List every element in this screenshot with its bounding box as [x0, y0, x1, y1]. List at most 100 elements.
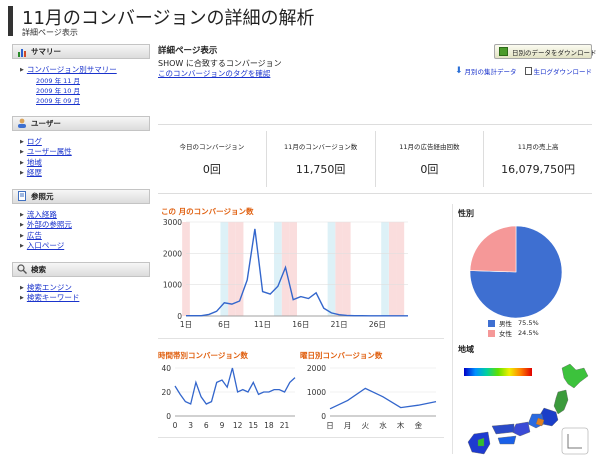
- sidebar-section: サマリー ▶ コンバージョン別サマリー 2009 年 11 月 2009 年 10 月2…: [12, 44, 150, 108]
- sidebar-link[interactable]: 2009 年 10 月: [36, 87, 80, 95]
- sidebar-link[interactable]: 経歴: [27, 168, 42, 177]
- x-tick-label: 21: [280, 421, 290, 430]
- x-tick-label: 金: [415, 420, 423, 430]
- sidebar-section: ユーザー ▶ ログ ▶ ユーザー属性 ▶ 地域 ▶ 経歴: [12, 115, 150, 181]
- metric-value: 0回: [202, 163, 221, 176]
- sidebar-link[interactable]: ログ: [27, 137, 42, 146]
- sidebar-item: ▶ 外部の参照元: [20, 220, 150, 231]
- sidebar-link[interactable]: 地域: [27, 158, 42, 167]
- male-swatch: [488, 319, 495, 327]
- column-divider: [452, 204, 453, 454]
- sidebar-link[interactable]: 流入経路: [27, 210, 57, 219]
- x-tick-label: 日: [326, 421, 334, 430]
- region-chugoku: [491, 423, 515, 435]
- x-tick-label: 18: [264, 421, 274, 430]
- sidebar-section-header: ユーザー: [12, 115, 150, 131]
- y-tick-label: 40: [161, 364, 171, 373]
- sidebar-section-header: サマリー: [12, 44, 150, 59]
- bullet-arrow-icon: ▶: [20, 211, 24, 218]
- male-percent: 75.5%: [518, 319, 539, 327]
- hourly-conversion-chart: 0 20 40 0 3 6 9 12 15 18 21: [161, 364, 296, 430]
- x-tick-label: 21日: [331, 320, 348, 329]
- document-icon: [17, 191, 27, 201]
- region-shikoku: [497, 435, 517, 445]
- pie-slice: [469, 225, 517, 273]
- sidebar-section: 検索 ▶ 検索エンジン ▶ 検索キーワード: [12, 261, 150, 306]
- sidebar-section: 参照元 ▶ 流入経路 ▶ 外部の参照元 ▶ 広告 ▶ 入口ページ: [12, 188, 150, 254]
- metric-label: 11月の広告経由回数: [399, 143, 460, 151]
- weekend-band: [228, 222, 236, 316]
- sidebar-link[interactable]: 外部の参照元: [27, 220, 72, 229]
- region-kinki: [511, 421, 531, 437]
- sidebar-section-title: 検索: [31, 264, 46, 274]
- raw-log-link[interactable]: 生ログダウンロード: [524, 66, 593, 76]
- page-subtitle: 詳細ページ表示: [22, 28, 78, 37]
- sidebar-link[interactable]: 広告: [27, 231, 42, 240]
- section-divider: [158, 437, 444, 438]
- summary-metric: 11月のコンバージョン数 11,750回: [267, 131, 376, 187]
- bullet-arrow-icon: ▶: [20, 295, 24, 301]
- sidebar-item: ▶ 広告: [20, 231, 150, 242]
- map-zoom-widget[interactable]: [561, 427, 589, 455]
- sidebar-item: ▶ 検索キーワード: [20, 293, 150, 304]
- weekend-band: [289, 222, 297, 316]
- sidebar-link[interactable]: 2009 年 09 月: [36, 97, 80, 105]
- summary-metric: 11月の広告経由回数 0回: [376, 131, 485, 187]
- weekend-band: [220, 222, 229, 316]
- bullet-arrow-icon: ▶: [20, 170, 24, 176]
- x-tick-label: 3: [188, 421, 193, 430]
- sidebar-item: ▶ 検索エンジン: [20, 283, 150, 294]
- weekend-band: [381, 222, 389, 316]
- bullet-arrow-icon: ▶: [20, 243, 24, 249]
- weekend-band: [335, 222, 343, 316]
- y-tick-label: 20: [161, 388, 171, 397]
- sidebar-link[interactable]: 検索エンジン: [27, 283, 72, 292]
- y-tick-label: 1000: [307, 388, 326, 397]
- main-heading-area: 詳細ページ表示 SHOW に合致するコンバージョン このコンバージョンのタグを確…: [158, 44, 597, 78]
- x-tick-label: 水: [379, 420, 387, 430]
- document-icon: [524, 67, 532, 75]
- monthly-data-label: 月別の集計データ: [464, 68, 517, 76]
- sidebar-item: ▶ ユーザー属性: [20, 147, 150, 158]
- sidebar-nav: サマリー ▶ コンバージョン別サマリー 2009 年 11 月 2009 年 10 月 2…: [12, 44, 150, 314]
- sidebar-link[interactable]: 2009 年 11 月: [36, 77, 80, 85]
- tag-check-link[interactable]: このコンバージョンのタグを確認: [158, 68, 270, 79]
- x-tick-label: 9: [220, 421, 225, 430]
- bar-chart-icon: [17, 47, 27, 57]
- gender-title: 性別: [458, 209, 474, 218]
- weekend-band: [388, 222, 397, 316]
- x-tick-label: 1日: [180, 320, 192, 329]
- sidebar-item: ▶ ログ: [20, 137, 150, 148]
- sidebar-section-title: ユーザー: [31, 118, 61, 128]
- legend-female: 女性 24.5%: [488, 328, 539, 338]
- weekend-band: [342, 222, 351, 316]
- bullet-arrow-icon: ▶: [20, 159, 24, 166]
- bullet-arrow-icon: ▶: [20, 232, 24, 239]
- summary-metric: 11月の売上高 16,079,750円: [484, 131, 592, 187]
- sidebar-section-title: 参照元: [31, 191, 54, 201]
- x-tick-label: 火: [362, 421, 370, 430]
- y-tick-label: 3000: [163, 218, 182, 227]
- sidebar-link[interactable]: コンバージョン別サマリー: [27, 65, 117, 74]
- download-daily-button[interactable]: 日別のデータをダウンロード: [494, 44, 597, 59]
- download-arrow-icon: ⬇: [454, 66, 463, 76]
- sidebar-item: 2009 年 10 月: [20, 86, 150, 96]
- sidebar-link[interactable]: 検索キーワード: [27, 293, 80, 302]
- monthly-data-link[interactable]: ⬇ 月別の集計データ: [455, 66, 517, 76]
- raw-log-label: 生ログダウンロード: [533, 68, 593, 76]
- region-title: 地域: [458, 345, 474, 354]
- sidebar-item: ▶ 入口ページ: [20, 241, 150, 252]
- bullet-arrow-icon: ▶: [20, 284, 24, 291]
- sidebar-link[interactable]: ユーザー属性: [27, 147, 72, 156]
- section-divider: [158, 338, 444, 339]
- female-swatch: [488, 329, 495, 337]
- legend-male: 男性 75.5%: [488, 318, 539, 328]
- download-daily-label: 日別のデータをダウンロード: [512, 48, 597, 57]
- bullet-arrow-icon: ▶: [20, 149, 24, 155]
- sidebar-section-title: サマリー: [31, 47, 61, 56]
- female-label: 女性: [499, 330, 512, 338]
- sidebar-item: ▶ 地域: [20, 158, 150, 169]
- x-tick-label: 11日: [254, 320, 271, 329]
- x-tick-label: 6: [204, 421, 209, 430]
- sidebar-link[interactable]: 入口ページ: [27, 241, 64, 250]
